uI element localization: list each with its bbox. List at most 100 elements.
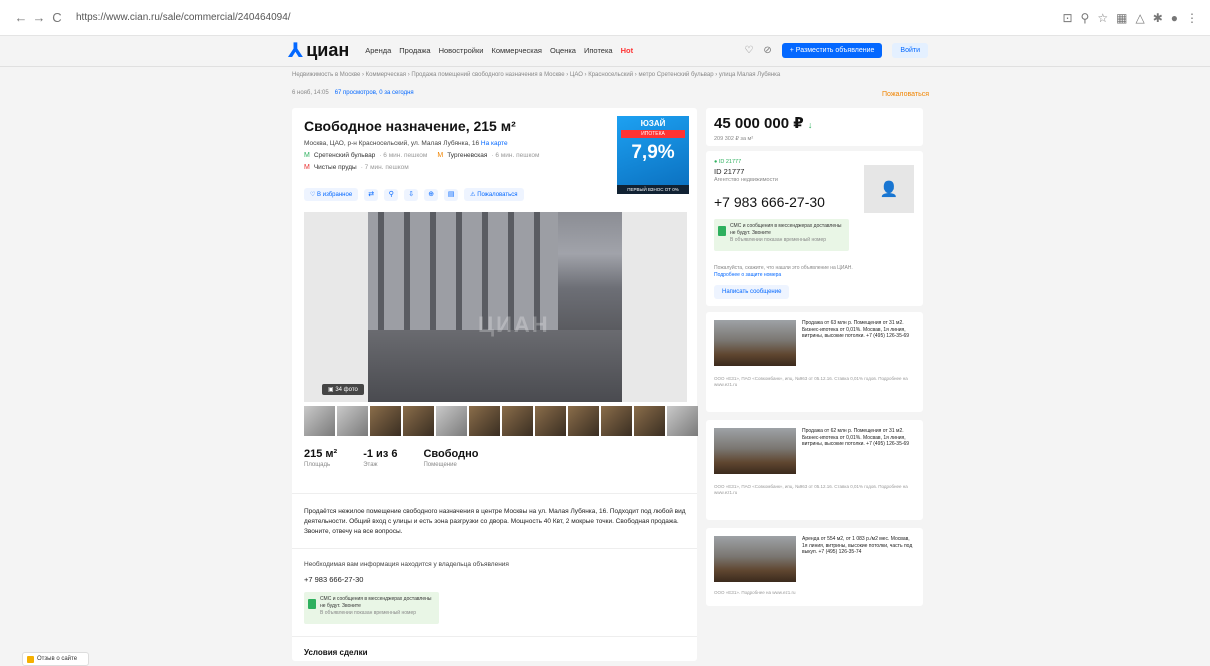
promo-footer: ООО «ЕЗ1», ПАО «Совкомбанк», ипц. №963 о…	[714, 376, 908, 387]
cast-icon[interactable]: ⊡	[1062, 11, 1072, 25]
metro-station[interactable]: М Чистые пруды · 7 мин. пешком	[304, 164, 409, 171]
metro-icon: М	[304, 152, 310, 159]
favorites-icon[interactable]: ♡	[744, 45, 753, 56]
post-ad-button[interactable]: + Разместить объявление	[781, 42, 883, 58]
forward-icon[interactable]: →	[30, 10, 48, 25]
compare-icon[interactable]: ⊕	[424, 188, 439, 201]
views-link[interactable]: 67 просмотров, 0 за сегодня	[335, 90, 414, 96]
disclaimer-link[interactable]: Подробнее о защите номера	[714, 272, 781, 278]
menu-item-commercial[interactable]: Коммерческая	[491, 46, 542, 55]
fact-value: -1 из 6	[363, 448, 398, 460]
fact-value: 215 м²	[304, 448, 338, 460]
ad-footer: ПЕРВЫЙ ВЗНОС ОТ 0%	[617, 185, 689, 194]
thumbnail[interactable]	[370, 406, 401, 436]
metro-distance: · 6 мин. пешком	[491, 152, 540, 159]
logo[interactable]: ⅄ циан	[288, 38, 349, 63]
metro-station[interactable]: М Сретенский бульвар · 6 мин. пешком М Т…	[304, 152, 539, 159]
extension-icon[interactable]: ▦	[1116, 11, 1127, 25]
main-photo[interactable]: ЦИАН	[368, 212, 622, 402]
thumbnail[interactable]	[535, 406, 566, 436]
phone-icon	[308, 599, 316, 609]
promo-image[interactable]	[714, 320, 796, 366]
address: Москва, ЦАО, р-н Красносельский, ул. Мал…	[304, 140, 508, 147]
complain-link[interactable]: Пожаловаться	[882, 91, 929, 98]
search-icon[interactable]: ⚲	[1081, 11, 1090, 25]
back-icon[interactable]: ←	[12, 10, 30, 25]
puzzle-icon[interactable]: ✱	[1153, 11, 1163, 25]
thumbnail[interactable]	[436, 406, 467, 436]
compare-icon[interactable]: ⊘	[763, 45, 771, 56]
write-message-button[interactable]: Написать сообщение	[714, 285, 790, 299]
menu-hot-badge[interactable]: Hot	[621, 46, 634, 55]
favorite-button[interactable]: ♡ В избранное	[304, 188, 359, 201]
browser-toolbar: ← → C https://www.cian.ru/sale/commercia…	[0, 0, 1210, 36]
map-link[interactable]: На карте	[481, 140, 508, 147]
thumbnail[interactable]	[403, 406, 434, 436]
login-button[interactable]: Войти	[892, 42, 928, 58]
photo-thumbnails	[304, 406, 698, 436]
metro-name: Сретенский бульвар	[313, 152, 376, 159]
phone-number[interactable]: +7 983 666-27-30	[304, 575, 363, 584]
section-divider	[292, 548, 697, 549]
download-icon[interactable]: ⇩	[404, 188, 419, 201]
ad-rate: 7,9%	[631, 142, 675, 163]
thumbnail[interactable]	[601, 406, 632, 436]
star-icon[interactable]: ☆	[1097, 11, 1108, 25]
extension-icons: ⊡ ⚲ ☆ ▦ △ ✱ ● ⋮	[1062, 11, 1198, 25]
header-actions: ♡ ⊘ + Разместить объявление Войти	[744, 42, 928, 58]
promo-ad[interactable]: Аренда от 554 м2, от 1 083 р./м2 мес. Мо…	[706, 528, 923, 606]
menu-item-rent[interactable]: Аренда	[365, 46, 391, 55]
menu-icon[interactable]: ⋮	[1186, 11, 1198, 25]
thumbnail[interactable]	[469, 406, 500, 436]
agent-phone[interactable]: +7 983 666-27-30	[714, 194, 825, 210]
price-trend-icon[interactable]: ↓	[808, 120, 813, 130]
drive-icon[interactable]: △	[1135, 11, 1144, 25]
complain-button[interactable]: ⚠ Пожаловаться	[464, 188, 524, 201]
thumbnail[interactable]	[502, 406, 533, 436]
thumbnail[interactable]	[634, 406, 665, 436]
share-icon[interactable]: ⇄	[364, 188, 379, 201]
metro-name: Чистые пруды	[313, 164, 357, 171]
thumbnail[interactable]	[568, 406, 599, 436]
main-menu: Аренда Продажа Новостройки Коммерческая …	[365, 46, 633, 55]
address-bar[interactable]: https://www.cian.ru/sale/commercial/2404…	[76, 12, 1062, 23]
thumbnail[interactable]	[667, 406, 698, 436]
print-icon[interactable]: ▤	[444, 188, 459, 201]
site-header: ⅄ циан Аренда Продажа Новостройки Коммер…	[288, 36, 928, 64]
fact-value: Свободно	[423, 448, 479, 460]
metro-distance: · 7 мин. пешком	[360, 164, 409, 171]
photo-count-badge[interactable]: ▣ 34 фото	[322, 384, 364, 395]
agent-card: ● ID 21777 ID 21777 Агентство недвижимос…	[706, 151, 923, 306]
menu-item-sale[interactable]: Продажа	[399, 46, 430, 55]
section-divider	[292, 636, 697, 637]
deal-terms-heading: Условия сделки	[304, 648, 368, 657]
promo-ad[interactable]: Продажа от 63 млн р. Помещения от 31 м2.…	[706, 312, 923, 412]
feedback-button[interactable]: Отзыв о сайте	[22, 652, 89, 666]
promo-image[interactable]	[714, 536, 796, 582]
note-icon[interactable]: ⚲	[384, 188, 399, 201]
agent-id[interactable]: ID 21777	[714, 167, 744, 176]
mortgage-ad-banner[interactable]: ЮЗАЙ ИПОТЕКА 7,9% ПЕРВЫЙ ВЗНОС ОТ 0%	[617, 116, 689, 194]
agent-type: Агентство недвижимости	[714, 177, 778, 183]
menu-item-mortgage[interactable]: Ипотека	[584, 46, 613, 55]
promo-footer: ООО «ЕЗ1». Подробнее на www.ez1.ru	[714, 590, 796, 595]
menu-item-valuation[interactable]: Оценка	[550, 46, 576, 55]
thumbnail[interactable]	[304, 406, 335, 436]
reload-icon[interactable]: C	[48, 10, 66, 25]
phone-disclaimer: Пожалуйста, скажите, что нашли это объяв…	[714, 265, 864, 279]
address-text[interactable]: Москва, ЦАО, р-н Красносельский, ул. Мал…	[304, 140, 479, 147]
photo-gallery[interactable]: ЦИАН ▣ 34 фото	[304, 212, 687, 402]
price-card: 45 000 000 ₽ ↓ 209 302 ₽ за м²	[706, 108, 923, 146]
promo-image[interactable]	[714, 428, 796, 474]
price-value: 45 000 000 ₽	[714, 115, 804, 132]
thumbnail[interactable]	[337, 406, 368, 436]
menu-item-newbuild[interactable]: Новостройки	[439, 46, 484, 55]
listing-meta: 6 нояб, 14:05 67 просмотров, 0 за сегодн…	[292, 90, 414, 96]
feedback-icon	[27, 655, 34, 663]
page-title: Свободное назначение, 215 м²	[304, 118, 516, 134]
profile-icon[interactable]: ●	[1171, 11, 1178, 25]
promo-ad[interactable]: Продажа от 62 млн р. Помещения от 31 м2.…	[706, 420, 923, 520]
breadcrumb[interactable]: Недвижимость в Москве › Коммерческая › П…	[292, 72, 780, 78]
feedback-label: Отзыв о сайте	[37, 656, 78, 662]
metro-icon: М	[304, 164, 310, 171]
